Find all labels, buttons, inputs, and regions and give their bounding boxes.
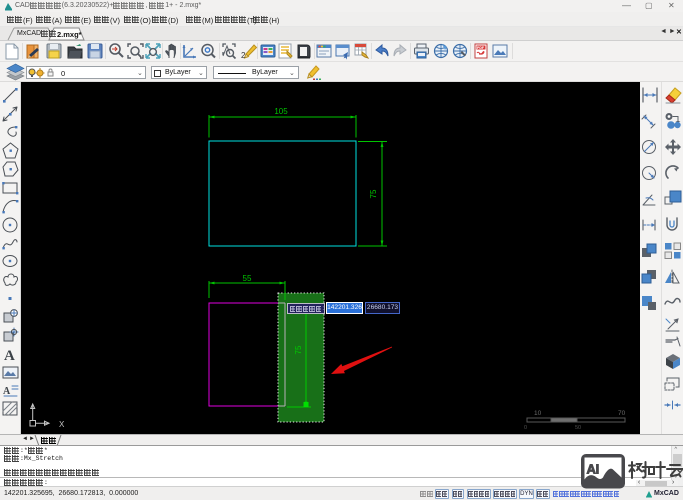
- svg-text:X: X: [59, 420, 65, 429]
- svg-text:AI: AI: [587, 462, 599, 477]
- svg-text:2: 2: [241, 51, 246, 60]
- svg-text:PDF: PDF: [477, 46, 485, 50]
- svg-text:55: 55: [243, 274, 252, 283]
- svg-text:75: 75: [294, 345, 303, 354]
- svg-text:75: 75: [369, 189, 378, 198]
- svg-text:0: 0: [524, 425, 527, 431]
- svg-text:10: 10: [534, 410, 542, 417]
- svg-text:70: 70: [618, 410, 626, 417]
- svg-text:105: 105: [274, 107, 288, 116]
- svg-text:50: 50: [575, 425, 581, 431]
- svg-text:A: A: [3, 386, 11, 397]
- svg-text:A: A: [4, 348, 15, 364]
